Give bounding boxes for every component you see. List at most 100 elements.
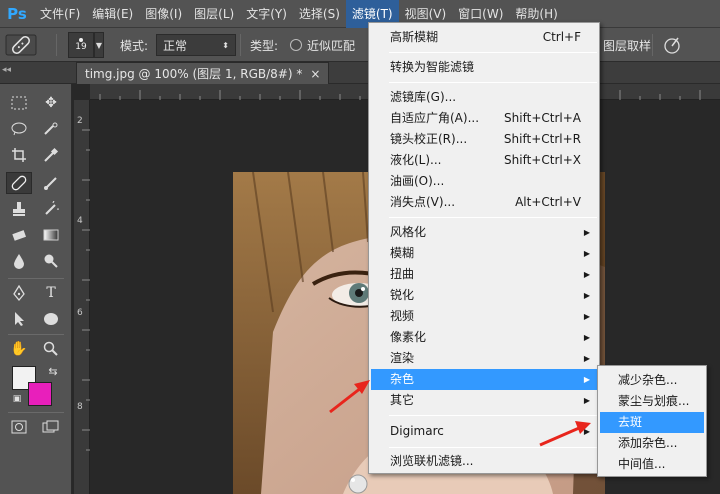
menu-image[interactable]: 图像(I) <box>139 0 188 28</box>
spot-healing-brush-tool-icon[interactable] <box>6 172 32 194</box>
gradient-tool-icon[interactable] <box>38 224 64 246</box>
menu-separator <box>389 82 597 83</box>
marquee-tool-icon[interactable] <box>6 92 32 114</box>
menu-item-label: 液化(L)... <box>390 153 442 167</box>
submenu-arrow-icon: ▶ <box>583 270 590 279</box>
brush-picker[interactable]: 19 ▼ <box>68 28 104 62</box>
menu-item-stylize[interactable]: 风格化 ▶ <box>371 222 597 243</box>
menu-item-liquify[interactable]: 液化(L)... Shift+Ctrl+X <box>371 150 597 171</box>
screen-mode-icon[interactable] <box>38 416 64 438</box>
menu-edit[interactable]: 编辑(E) <box>86 0 139 28</box>
menu-item-label: 油画(O)... <box>390 174 445 188</box>
document-tab[interactable]: timg.jpg @ 100% (图层 1, RGB/8#) * × <box>76 62 330 84</box>
menu-select[interactable]: 选择(S) <box>293 0 346 28</box>
menu-file[interactable]: 文件(F) <box>34 0 86 28</box>
menu-item-digimarc[interactable]: Digimarc ▶ <box>371 421 597 442</box>
path-selection-tool-icon[interactable] <box>6 308 32 330</box>
mode-select-value: 正常 <box>163 38 188 53</box>
crop-tool-icon[interactable] <box>6 144 32 166</box>
menu-item-sharpen[interactable]: 锐化 ▶ <box>371 285 597 306</box>
pen-tool-icon[interactable] <box>6 282 32 304</box>
submenu-arrow-icon: ▶ <box>583 291 590 300</box>
submenu-item-dust-and-scratches[interactable]: 蒙尘与划痕... <box>600 391 704 412</box>
shortcut-text: Alt+Ctrl+V <box>515 195 581 209</box>
menu-item-label: 自适应广角(A)... <box>390 111 480 125</box>
radio-icon[interactable] <box>290 39 302 51</box>
menu-item-label: 滤镜库(G)... <box>390 90 457 104</box>
menu-item-label: 高斯模糊 <box>390 30 439 44</box>
ruler-number: 6 <box>77 308 83 318</box>
brush-size-preview[interactable]: 19 <box>68 32 94 58</box>
default-colors-icon[interactable]: ▣ <box>4 388 30 410</box>
noise-submenu: 减少杂色... 蒙尘与划痕... 去斑 添加杂色... 中间值... <box>597 365 707 477</box>
submenu-arrow-icon: ▶ <box>583 375 590 384</box>
submenu-item-despeckle[interactable]: 去斑 <box>600 412 704 433</box>
collapse-panel-icon[interactable]: ◂◂ <box>2 65 11 75</box>
toolbox: ✥ T ✋ ⇆ ▣ <box>0 84 72 494</box>
menu-item-label: 消失点(V)... <box>390 195 456 209</box>
ellipse-tool-icon[interactable] <box>38 308 64 330</box>
menu-item-label: 扭曲 <box>390 267 415 281</box>
document-tab-strip: ◂◂ timg.jpg @ 100% (图层 1, RGB/8#) * × <box>0 62 720 84</box>
zoom-tool-icon[interactable] <box>38 338 64 360</box>
dodge-tool-icon[interactable] <box>38 250 64 272</box>
blur-tool-icon[interactable] <box>6 250 32 272</box>
lasso-tool-icon[interactable] <box>6 118 32 140</box>
quick-mask-icon[interactable] <box>6 416 32 438</box>
submenu-item-median[interactable]: 中间值... <box>600 454 704 475</box>
hand-tool-icon[interactable]: ✋ <box>6 338 32 360</box>
menu-item-blur[interactable]: 模糊 ▶ <box>371 243 597 264</box>
eraser-tool-icon[interactable] <box>6 224 32 246</box>
menu-item-video[interactable]: 视频 ▶ <box>371 306 597 327</box>
type-radio-proximity[interactable]: 近似匹配 <box>290 28 355 62</box>
eyedropper-tool-icon[interactable] <box>38 144 64 166</box>
quick-selection-tool-icon[interactable] <box>38 118 64 140</box>
submenu-arrow-icon: ▶ <box>583 228 590 237</box>
menu-item-render[interactable]: 渲染 ▶ <box>371 348 597 369</box>
menu-item-oil-paint[interactable]: 油画(O)... <box>371 171 597 192</box>
menu-item-lens-correction[interactable]: 镜头校正(R)... Shift+Ctrl+R <box>371 129 597 150</box>
menu-separator <box>389 415 597 416</box>
move-tool-icon[interactable]: ✥ <box>38 92 64 114</box>
sample-all-layers-label[interactable]: 图层取样 <box>603 28 651 62</box>
menu-item-pixelate[interactable]: 像素化 ▶ <box>371 327 597 348</box>
submenu-arrow-icon: ▶ <box>583 354 590 363</box>
tool-preset-icon[interactable] <box>4 28 38 62</box>
mode-select[interactable]: 正常 ⬍ <box>156 28 236 62</box>
chevron-down-icon[interactable]: ▼ <box>94 32 104 58</box>
menu-item-label: 模糊 <box>390 246 415 260</box>
pressure-icon[interactable] <box>662 28 682 62</box>
menu-item-label: 镜头校正(R)... <box>390 132 468 146</box>
menu-item-distort[interactable]: 扭曲 ▶ <box>371 264 597 285</box>
close-icon[interactable]: × <box>310 67 320 81</box>
menu-item-other[interactable]: 其它 ▶ <box>371 390 597 411</box>
menu-item-noise[interactable]: 杂色 ▶ <box>371 369 597 390</box>
menu-type[interactable]: 文字(Y) <box>240 0 293 28</box>
menu-item-label: 杂色 <box>390 372 415 386</box>
menu-item-adaptive-wide-angle[interactable]: 自适应广角(A)... Shift+Ctrl+A <box>371 108 597 129</box>
menu-layer[interactable]: 图层(L) <box>188 0 240 28</box>
submenu-item-reduce-noise[interactable]: 减少杂色... <box>600 370 704 391</box>
brush-tool-icon[interactable] <box>38 172 64 194</box>
shortcut-text: Ctrl+F <box>542 30 581 44</box>
menu-item-label: Digimarc <box>390 424 444 438</box>
clone-stamp-tool-icon[interactable] <box>6 198 32 220</box>
menu-separator <box>389 217 597 218</box>
background-color-swatch[interactable] <box>28 382 52 406</box>
menu-item-convert-smart-filter[interactable]: 转换为智能滤镜 <box>371 57 597 78</box>
submenu-item-add-noise[interactable]: 添加杂色... <box>600 433 704 454</box>
type-tool-icon[interactable]: T <box>38 282 64 304</box>
submenu-arrow-icon: ▶ <box>583 312 590 321</box>
menu-item-filter-gallery[interactable]: 滤镜库(G)... <box>371 87 597 108</box>
submenu-arrow-icon: ▶ <box>583 333 590 342</box>
toolbox-divider <box>8 334 64 335</box>
menu-item-vanishing-point[interactable]: 消失点(V)... Alt+Ctrl+V <box>371 192 597 213</box>
menu-item-last-filter[interactable]: 高斯模糊 Ctrl+F <box>371 27 597 48</box>
history-brush-tool-icon[interactable] <box>38 198 64 220</box>
options-bar: 19 ▼ 模式: 正常 ⬍ 类型: 近似匹配 图层取样 <box>0 28 720 62</box>
submenu-arrow-icon: ▶ <box>583 427 590 436</box>
photoshop-logo: Ps <box>7 4 27 23</box>
menu-item-browse-filters-online[interactable]: 浏览联机滤镜... <box>371 451 597 472</box>
swap-colors-icon[interactable]: ⇆ <box>40 360 66 382</box>
vertical-ruler: 2 4 6 8 <box>74 100 90 494</box>
